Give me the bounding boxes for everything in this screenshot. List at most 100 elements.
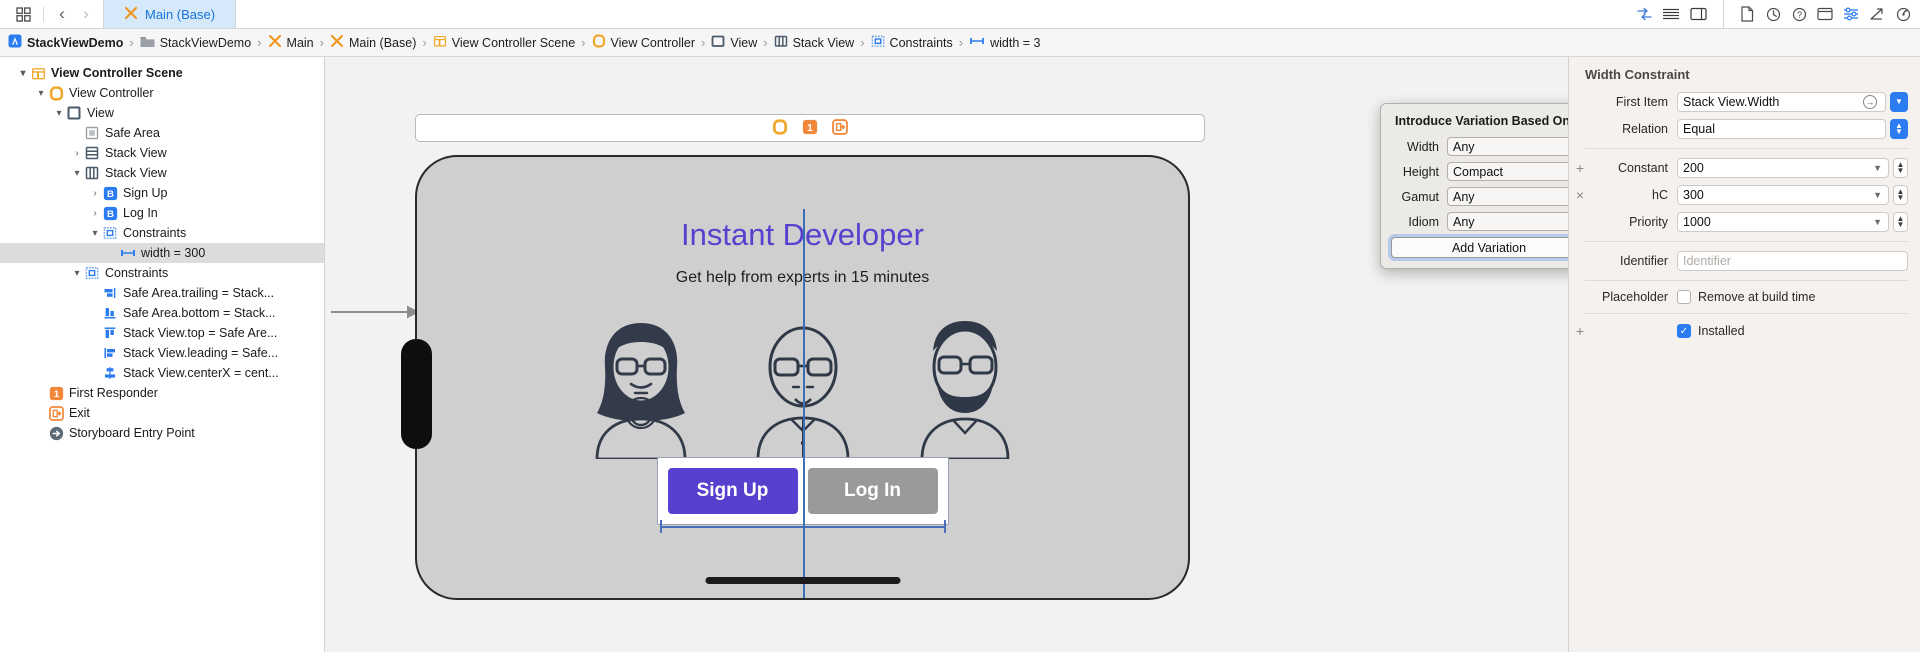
breadcrumb-item-main[interactable]: Main (268, 34, 314, 51)
outline-row-constraint-centerx[interactable]: ▾ Stack View.centerX = cent... (0, 363, 324, 383)
hc-field[interactable]: 300 ▼ (1677, 185, 1889, 205)
chevron-down-icon[interactable]: ▾ (70, 266, 84, 280)
constraint-cap-left (660, 520, 662, 533)
outline-row-view[interactable]: ▾ View (0, 103, 324, 123)
exit-icon[interactable] (832, 119, 848, 138)
outline-row-safe-area[interactable]: ▾ Safe Area (0, 123, 324, 143)
chevron-down-icon[interactable]: ▼ (1873, 190, 1882, 200)
chevron-right-icon: › (860, 35, 864, 50)
first-item-dropdown-button[interactable]: ▼ (1890, 92, 1908, 112)
breadcrumb-item-project[interactable]: StackViewDemo (8, 34, 123, 51)
sign-up-button[interactable]: Sign Up (668, 468, 798, 514)
device-preview[interactable]: Instant Developer Get help from experts … (415, 155, 1190, 600)
width-variation-select[interactable]: Any ▲▼ (1447, 137, 1568, 156)
person-beard-icon (895, 309, 1035, 459)
chevron-right-icon[interactable]: › (88, 186, 102, 200)
outline-row-log-in[interactable]: › B Log In (0, 203, 324, 223)
breadcrumb-item-main-base[interactable]: Main (Base) (330, 34, 416, 51)
help-icon[interactable]: ? (1786, 3, 1812, 25)
breadcrumb-item-constraints[interactable]: Constraints (871, 34, 953, 51)
installed-checkbox[interactable]: ✓ (1677, 324, 1691, 338)
outline-row-storyboard-entry-point[interactable]: ▾ Storyboard Entry Point (0, 423, 324, 443)
idiom-variation-select[interactable]: Any ▲▼ (1447, 212, 1568, 231)
scene-dock[interactable]: 1 (415, 114, 1205, 142)
size-icon[interactable] (1864, 3, 1890, 25)
priority-field[interactable]: 1000 ▼ (1677, 212, 1889, 232)
remove-at-build-time-checkbox[interactable] (1677, 290, 1691, 304)
chevron-down-icon[interactable]: ▾ (88, 226, 102, 240)
chevron-right-icon[interactable]: › (70, 146, 84, 160)
project-icon (8, 34, 22, 51)
inspector-toggle-icon[interactable] (1685, 3, 1711, 25)
constant-stepper[interactable]: ▲▼ (1893, 158, 1908, 178)
first-responder-icon[interactable]: 1 (802, 119, 818, 138)
file-icon[interactable] (1734, 3, 1760, 25)
outline-row-constraint-leading[interactable]: ▾ Stack View.leading = Safe... (0, 343, 324, 363)
code-review-icon[interactable] (1631, 3, 1657, 25)
outline-row-width-300[interactable]: ▾ width = 300 (0, 243, 324, 263)
lines-icon[interactable] (1658, 3, 1684, 25)
interface-builder-canvas[interactable]: 1 Instant Developer Get help from expert… (325, 57, 1568, 652)
relation-field[interactable]: Equal (1677, 119, 1886, 139)
identity-icon[interactable] (1812, 3, 1838, 25)
reveal-arrow-icon[interactable]: → (1863, 95, 1877, 109)
height-variation-select[interactable]: Compact ▲▼ (1447, 162, 1568, 181)
hc-stepper[interactable]: ▲▼ (1893, 185, 1908, 205)
forward-button[interactable]: › (75, 3, 97, 25)
outline-row-constraint-trailing[interactable]: ▾ Safe Area.trailing = Stack... (0, 283, 324, 303)
outline-row-constraints-inner[interactable]: ▾ Constraints (0, 223, 324, 243)
size-inspector: Width Constraint First Item Stack View.W… (1568, 57, 1920, 652)
outline-row-first-responder[interactable]: ▾ 1 First Responder (0, 383, 324, 403)
connections-icon[interactable] (1890, 3, 1916, 25)
inspector-row-constant: + Constant 200 ▼ ▲▼ (1569, 158, 1908, 178)
outline-row-sign-up[interactable]: › B Sign Up (0, 183, 324, 203)
chevron-right-icon[interactable]: › (88, 206, 102, 220)
outline-row-exit[interactable]: ▾ Exit (0, 403, 324, 423)
placeholder-label: Placeholder (1591, 290, 1677, 304)
viewcontroller-icon[interactable] (772, 119, 788, 138)
breadcrumb-item-width-constraint[interactable]: width = 3 (969, 34, 1040, 51)
idiom-variation-value: Any (1453, 215, 1475, 229)
chevron-down-icon[interactable]: ▼ (1873, 217, 1882, 227)
chevron-down-icon[interactable]: ▼ (1873, 163, 1882, 173)
add-installed-variation-button[interactable]: + (1569, 323, 1591, 339)
tab-main-base[interactable]: Main (Base) (103, 0, 236, 28)
grid-icon[interactable] (10, 3, 36, 25)
breadcrumb-item-view[interactable]: View (711, 34, 757, 51)
outline-row-stack-view-v[interactable]: ▾ Stack View (0, 163, 324, 183)
outline-row-constraint-top[interactable]: ▾ Stack View.top = Safe Are... (0, 323, 324, 343)
chevron-down-icon[interactable]: ▾ (70, 166, 84, 180)
introduce-variation-popover[interactable]: Introduce Variation Based On: Width Any … (1380, 103, 1568, 269)
outline-row-constraint-bottom[interactable]: ▾ Safe Area.bottom = Stack... (0, 303, 324, 323)
history-icon[interactable] (1760, 3, 1786, 25)
add-variation-button[interactable]: Add Variation (1391, 237, 1568, 258)
back-button[interactable]: ‹ (51, 3, 73, 25)
breadcrumb-item-folder[interactable]: StackViewDemo (140, 35, 251, 51)
installed-checkbox-wrap[interactable]: ✓ Installed (1677, 324, 1908, 338)
breadcrumb-item-stackview[interactable]: Stack View (774, 34, 855, 51)
attributes-icon[interactable] (1838, 3, 1864, 25)
breadcrumb-item-scene[interactable]: View Controller Scene (433, 34, 575, 51)
outline-label: Safe Area (105, 126, 160, 140)
first-responder-icon: 1 (48, 385, 64, 401)
chevron-down-icon[interactable]: ▾ (16, 66, 30, 80)
outline-row-view-controller[interactable]: ▾ View Controller (0, 83, 324, 103)
identifier-input[interactable]: Identifier (1677, 251, 1908, 271)
breadcrumb-item-viewcontroller[interactable]: View Controller (592, 34, 696, 51)
outline-row-stack-view-h[interactable]: › Stack View (0, 143, 324, 163)
priority-stepper[interactable]: ▲▼ (1893, 212, 1908, 232)
outline-row-view-controller-scene[interactable]: ▾ View Controller Scene (0, 63, 324, 83)
placeholder-checkbox-wrap[interactable]: Remove at build time (1677, 290, 1908, 304)
button-icon: B (102, 205, 118, 221)
stackview-icon (84, 165, 100, 181)
remove-variation-gutter-button[interactable]: × (1569, 187, 1591, 203)
first-item-field[interactable]: Stack View.Width → (1677, 92, 1886, 112)
outline-row-constraints-outer[interactable]: ▾ Constraints (0, 263, 324, 283)
gamut-variation-select[interactable]: Any ▲▼ (1447, 187, 1568, 206)
chevron-down-icon[interactable]: ▾ (34, 86, 48, 100)
log-in-button[interactable]: Log In (808, 468, 938, 514)
add-variation-gutter-button[interactable]: + (1569, 160, 1591, 176)
relation-stepper-button[interactable]: ▲▼ (1890, 119, 1908, 139)
chevron-down-icon[interactable]: ▾ (52, 106, 66, 120)
constant-field[interactable]: 200 ▼ (1677, 158, 1889, 178)
